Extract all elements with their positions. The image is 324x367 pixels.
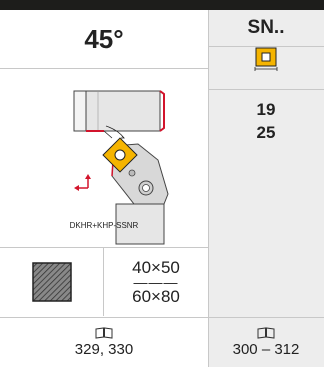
divider bbox=[0, 68, 208, 69]
holder-pages: 329, 330 bbox=[74, 341, 134, 358]
insert-page-reference[interactable]: 300 – 312 bbox=[208, 318, 324, 367]
shank-sizes: 40×50 ——— 60×80 bbox=[104, 248, 208, 316]
insert-series: SN.. bbox=[247, 17, 285, 38]
divider bbox=[208, 89, 324, 90]
square-insert-icon bbox=[208, 46, 324, 74]
top-bar bbox=[0, 0, 324, 10]
approach-angle: 45° bbox=[84, 23, 124, 54]
insert-size: 19 bbox=[256, 100, 276, 119]
hatched-square-icon bbox=[31, 262, 72, 302]
shank-separator: ——— bbox=[133, 274, 179, 290]
book-icon bbox=[257, 327, 275, 339]
holder-page-reference[interactable]: 329, 330 bbox=[0, 318, 208, 367]
shank-size: 60×80 bbox=[132, 287, 180, 306]
insert-size: 25 bbox=[256, 123, 276, 142]
shank-section bbox=[0, 248, 104, 316]
tool-drawing bbox=[0, 70, 208, 246]
tool-designation: DKHR+KHP-SSNR bbox=[69, 221, 139, 230]
book-icon bbox=[95, 327, 113, 339]
insert-pages: 300 – 312 bbox=[232, 341, 300, 358]
insert-sizes: 19 25 bbox=[208, 98, 324, 144]
